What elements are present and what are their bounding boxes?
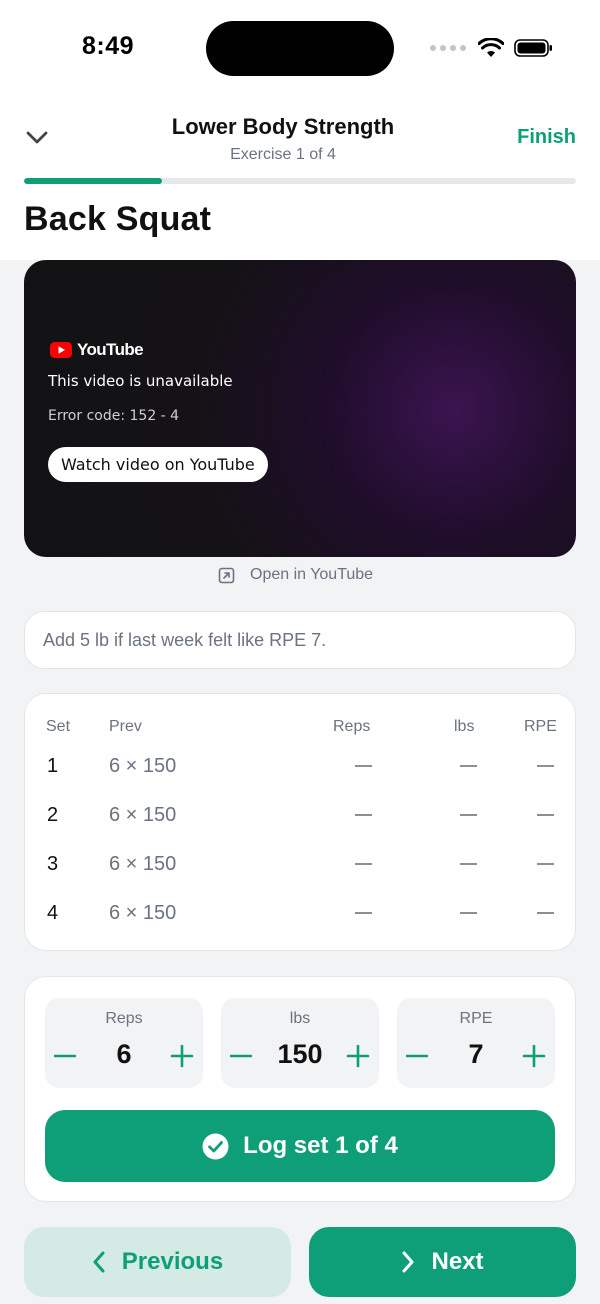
set-row[interactable]: 4 6 × 150 xyxy=(25,898,575,928)
header-lbs: lbs xyxy=(454,718,475,735)
set-entry-card: Reps 6 lbs 150 RPE 7 Log set 1 of 4 xyxy=(24,976,576,1202)
exercise-note[interactable]: Add 5 lb if last week felt like RPE 7. xyxy=(24,611,576,669)
youtube-play-icon xyxy=(50,342,72,358)
set-number: 3 xyxy=(47,853,59,875)
reps-empty-dash xyxy=(355,863,372,865)
open-in-youtube-link[interactable]: Open in YouTube xyxy=(218,566,373,584)
rpe-empty-dash xyxy=(537,912,554,914)
rpe-empty-dash xyxy=(537,814,554,816)
reps-stepper-label: Reps xyxy=(105,1010,143,1027)
chevron-right-icon xyxy=(402,1251,414,1273)
lbs-empty-dash xyxy=(460,863,477,865)
video-error-code: Error code: 152 - 4 xyxy=(48,408,180,424)
lbs-empty-dash xyxy=(460,814,477,816)
set-number: 4 xyxy=(47,902,59,924)
rpe-empty-dash xyxy=(537,863,554,865)
wifi-icon xyxy=(478,38,504,57)
external-link-icon xyxy=(218,567,235,583)
reps-empty-dash xyxy=(355,912,372,914)
header-set: Set xyxy=(46,718,71,735)
workout-progress-bar xyxy=(24,178,576,184)
set-previous: 6 × 150 xyxy=(109,804,177,826)
set-previous: 6 × 150 xyxy=(109,755,177,777)
next-label: Next xyxy=(431,1248,484,1275)
video-player[interactable]: YouTube This video is unavailable Error … xyxy=(24,260,576,557)
set-previous: 6 × 150 xyxy=(109,902,177,924)
workout-progress-fill xyxy=(24,178,162,184)
youtube-wordmark: YouTube xyxy=(77,340,144,359)
video-unavailable-message: This video is unavailable xyxy=(48,372,233,390)
lbs-empty-dash xyxy=(460,912,477,914)
lbs-increment-icon[interactable] xyxy=(346,1044,370,1068)
set-previous: 6 × 150 xyxy=(109,853,177,875)
lbs-stepper: lbs 150 xyxy=(221,998,379,1088)
reps-empty-dash xyxy=(355,814,372,816)
status-icons xyxy=(430,36,554,60)
rpe-stepper-label: RPE xyxy=(459,1010,493,1027)
chevron-left-icon xyxy=(93,1251,105,1273)
previous-exercise-button[interactable]: Previous xyxy=(24,1227,291,1297)
set-row[interactable]: 1 6 × 150 xyxy=(25,751,575,781)
sets-table: Set Prev Reps lbs RPE 1 6 × 150 2 6 × 15… xyxy=(24,693,576,951)
lbs-empty-dash xyxy=(460,765,477,767)
next-exercise-button[interactable]: Next xyxy=(309,1227,576,1297)
rpe-increment-icon[interactable] xyxy=(522,1044,546,1068)
workout-title-block: Lower Body Strength Exercise 1 of 4 xyxy=(150,114,416,165)
set-row[interactable]: 3 6 × 150 xyxy=(25,849,575,879)
youtube-logo: YouTube xyxy=(50,340,144,360)
open-in-youtube-label: Open in YouTube xyxy=(250,566,374,583)
header-reps: Reps xyxy=(333,718,371,735)
header-rpe: RPE xyxy=(524,718,557,735)
set-number: 1 xyxy=(47,755,59,777)
battery-icon xyxy=(514,39,552,57)
header-prev: Prev xyxy=(109,718,142,735)
set-number: 2 xyxy=(47,804,59,826)
rpe-empty-dash xyxy=(537,765,554,767)
watch-on-youtube-button[interactable]: Watch video on YouTube xyxy=(48,447,268,482)
check-circle-icon xyxy=(202,1133,229,1159)
reps-increment-icon[interactable] xyxy=(170,1044,194,1068)
status-time: 8:49 xyxy=(82,32,135,60)
workout-title: Lower Body Strength xyxy=(171,114,395,139)
exercise-title: Back Squat xyxy=(24,200,212,238)
previous-label: Previous xyxy=(121,1248,224,1275)
reps-stepper: Reps 6 xyxy=(45,998,203,1088)
reps-empty-dash xyxy=(355,765,372,767)
lbs-stepper-label: lbs xyxy=(289,1010,311,1027)
collapse-chevron-icon[interactable] xyxy=(22,122,52,152)
exercise-counter: Exercise 1 of 4 xyxy=(230,146,336,163)
dynamic-island xyxy=(206,21,394,76)
log-set-button[interactable]: Log set 1 of 4 xyxy=(45,1110,555,1182)
rpe-stepper: RPE 7 xyxy=(397,998,555,1088)
set-row[interactable]: 2 6 × 150 xyxy=(25,800,575,830)
finish-button[interactable]: Finish xyxy=(517,126,576,149)
log-set-label: Log set 1 of 4 xyxy=(243,1132,398,1159)
signal-icon xyxy=(430,45,466,51)
